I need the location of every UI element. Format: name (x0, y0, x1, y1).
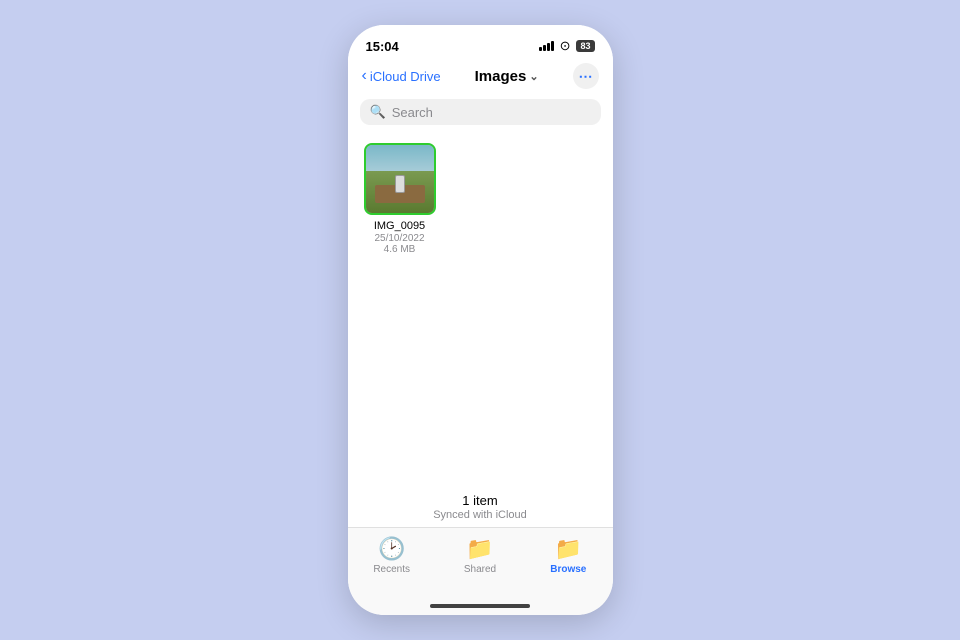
back-chevron-icon: ‹ (362, 67, 367, 85)
status-time: 15:04 (366, 39, 399, 54)
tab-recents[interactable]: 🕑 Recents (362, 536, 422, 575)
nav-title-text: Images (475, 68, 527, 85)
main-content: IMG_0095 25/10/2022 4.6 MB (348, 133, 613, 493)
home-indicator (348, 597, 613, 615)
item-count: 1 item (348, 493, 613, 508)
tab-browse[interactable]: 📁 Browse (538, 536, 598, 575)
search-placeholder: Search (392, 105, 433, 120)
file-size: 4.6 MB (384, 244, 416, 255)
footer-status: 1 item Synced with iCloud (348, 493, 613, 527)
sync-status: Synced with iCloud (348, 509, 613, 521)
file-item[interactable]: IMG_0095 25/10/2022 4.6 MB (360, 143, 440, 255)
more-options-button[interactable]: ⋯ (573, 63, 599, 89)
file-thumbnail (364, 143, 436, 215)
shared-icon: 📁 (466, 536, 493, 562)
wifi-icon: ⊙ (560, 38, 571, 54)
nav-bar: ‹ iCloud Drive Images ⌄ ⋯ (348, 61, 613, 93)
tab-recents-label: Recents (373, 564, 410, 575)
file-name: IMG_0095 (374, 220, 425, 232)
tab-bar: 🕑 Recents 📁 Shared 📁 Browse (348, 527, 613, 597)
battery-badge: 83 (576, 40, 594, 52)
back-button[interactable]: ‹ iCloud Drive (362, 67, 441, 85)
home-bar (430, 604, 530, 608)
tab-shared[interactable]: 📁 Shared (450, 536, 510, 575)
tab-shared-label: Shared (464, 564, 496, 575)
search-bar: 🔍 Search (348, 93, 613, 133)
back-label: iCloud Drive (370, 69, 441, 84)
recents-icon: 🕑 (378, 536, 405, 562)
tab-browse-label: Browse (550, 564, 586, 575)
thumb-sky (366, 145, 434, 172)
phone-frame: 15:04 ⊙ 83 ‹ iCloud Drive Images ⌄ ⋯ (348, 25, 613, 615)
browse-icon: 📁 (555, 536, 582, 562)
ellipsis-icon: ⋯ (579, 68, 593, 85)
thumbnail-image (366, 145, 434, 213)
status-icons: ⊙ 83 (539, 38, 595, 54)
nav-title: Images ⌄ (475, 68, 539, 85)
file-date: 25/10/2022 (374, 233, 424, 244)
cellular-signal-icon (539, 41, 554, 51)
title-chevron-icon: ⌄ (529, 70, 538, 83)
thumb-phone-object (395, 175, 405, 193)
search-input-wrap[interactable]: 🔍 Search (360, 99, 601, 125)
search-icon: 🔍 (370, 104, 386, 120)
status-bar: 15:04 ⊙ 83 (348, 25, 613, 61)
